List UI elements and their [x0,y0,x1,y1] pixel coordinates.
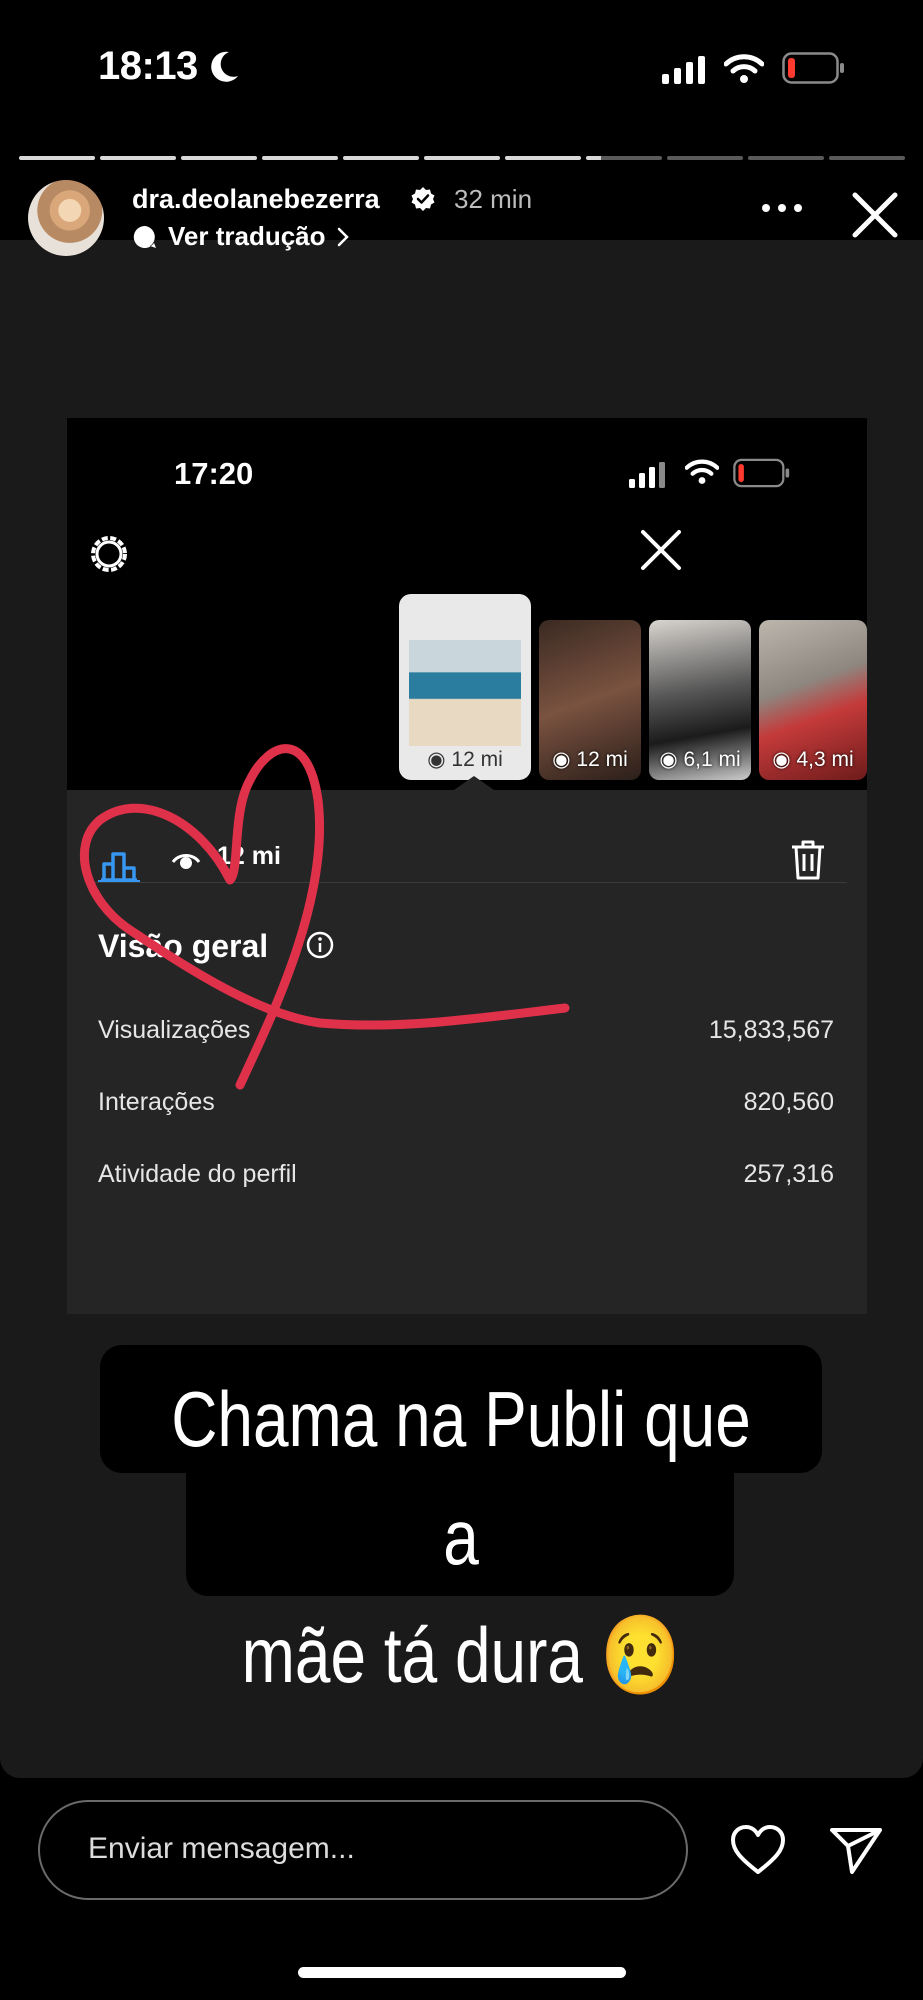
thumbnail-views-value: 4,3 mi [796,748,854,771]
home-indicator[interactable] [298,1967,626,1978]
progress-segment [343,156,419,160]
shared-screenshot: 17:20 ◉ 12 mi ◉ 12 mi ◉ 6,1 mi ◉ 4,3 mi … [67,418,867,1314]
battery-low-icon [782,52,844,84]
close-icon[interactable] [639,528,683,572]
wifi-icon [685,459,719,484]
heart-like-icon[interactable] [730,1824,786,1876]
signal-icon [629,462,665,488]
moon-icon [211,51,238,82]
wifi-icon [724,54,764,83]
send-message-placeholder: Enviar mensagem... [88,1832,355,1865]
selected-pointer [454,776,494,790]
caption-line-1: Chama na Publi que a [171,1375,751,1581]
send-paper-plane-icon[interactable] [828,1824,884,1876]
thumbnail-views-value: 12 mi [451,748,503,771]
avatar[interactable] [28,180,104,256]
thumbnail-image [409,640,521,746]
signal-icon [662,56,705,84]
story-thumbnail-selected[interactable]: ◉ 12 mi [399,594,531,780]
insights-panel: 12 mi Visão geral Visualizações 15,833,5… [67,790,867,1314]
insights-bar-chart-icon[interactable] [98,840,140,882]
info-icon[interactable] [305,930,335,960]
story-username[interactable]: dra.deolanebezerra [132,184,380,215]
metric-label-profile-activity: Atividade do perfil [98,1160,297,1188]
story-progress [19,156,905,161]
progress-segment [19,156,95,160]
see-translation-label: Ver tradução [168,221,326,251]
thumbnail-views: ◉ 4,3 mi [772,748,854,771]
story-views-count: 12 mi [217,842,281,870]
caption-line-2: mãe tá dura 😢 [241,1611,681,1699]
story-thumbnail[interactable]: ◉ 4,3 mi [759,620,867,780]
thumbnail-views-value: 12 mi [576,748,628,771]
progress-segment [667,156,743,160]
progress-segment [181,156,257,160]
trash-icon[interactable] [789,838,827,882]
close-story-icon[interactable] [850,190,900,240]
chevron-right-icon [337,227,349,246]
progress-segment [748,156,824,160]
progress-segment [424,156,500,160]
metric-label-interactions: Interações [98,1088,215,1116]
battery-low-icon [733,458,790,488]
story-thumbnail[interactable]: ◉ 12 mi [539,620,641,780]
verified-badge-icon [411,187,435,211]
story-thumbnail[interactable]: ◉ 6,1 mi [649,620,751,780]
divider [87,882,847,883]
progress-segment [829,156,905,160]
progress-segment [262,156,338,160]
progress-segment [505,156,581,160]
thumbnail-views-value: 6,1 mi [683,748,741,771]
metric-label-views: Visualizações [98,1016,251,1044]
story-caption: Chama na Publi que a mãe tá dura 😢 [165,1360,757,1714]
eye-icon [171,853,201,869]
status-time: 18:13 [98,44,198,88]
progress-segment [100,156,176,160]
more-options-icon[interactable] [760,196,804,220]
translate-bubble-icon [133,225,156,248]
thumbnail-views: ◉ 6,1 mi [659,748,741,771]
metric-value-views: 15,833,567 [708,1016,834,1044]
thumbnail-views: ◉ 12 mi [427,748,503,771]
see-translation-link[interactable]: Ver tradução [132,221,350,252]
progress-segment-current [586,156,662,160]
screenshot-time: 17:20 [174,456,254,491]
thumbnail-views: ◉ 12 mi [552,748,628,771]
story-age: 32 min [454,184,533,214]
overview-title: Visão geral [98,928,269,964]
settings-gear-icon[interactable] [87,532,131,576]
metric-value-profile-activity: 257,316 [743,1160,834,1188]
metric-value-interactions: 820,560 [743,1088,834,1116]
